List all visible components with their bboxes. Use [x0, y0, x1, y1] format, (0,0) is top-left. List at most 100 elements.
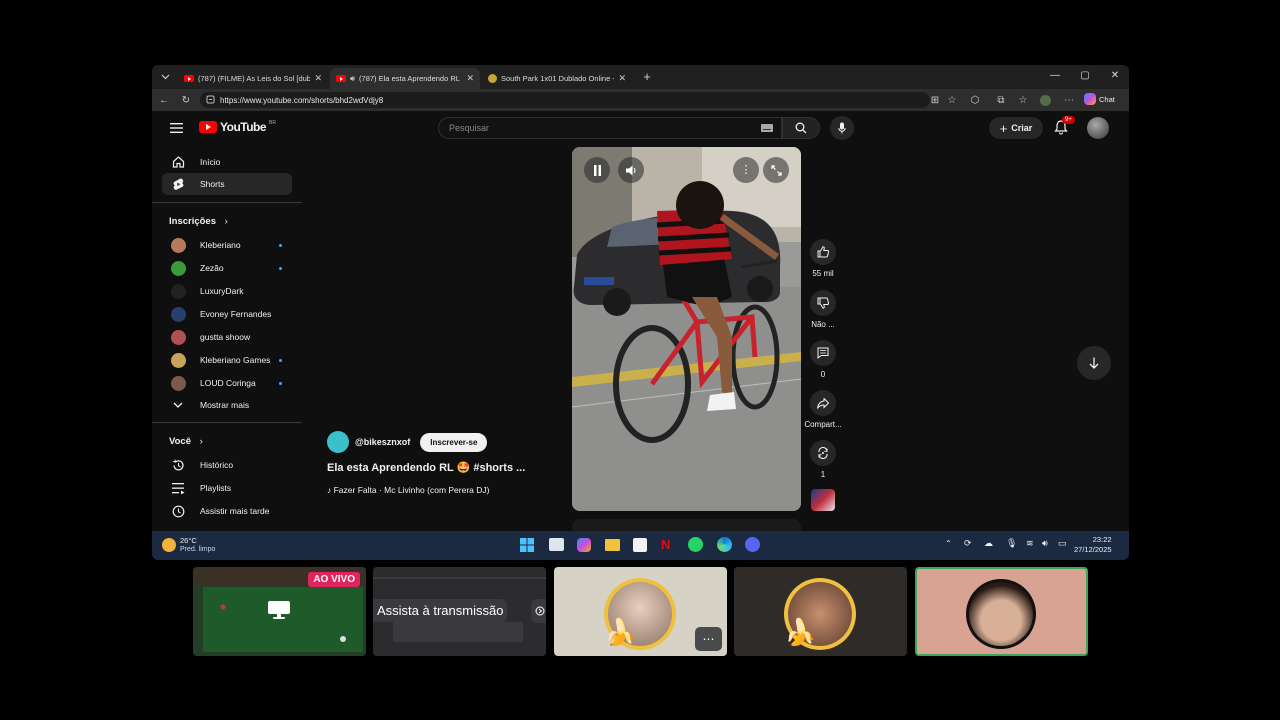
- minimize-icon[interactable]: —: [1040, 70, 1070, 81]
- taskbar-clock[interactable]: 23:22 27/12/2025: [1074, 535, 1112, 555]
- tab-ela-esta-aprendendo[interactable]: 🔊︎ (787) Ela esta Aprendendo RL ✕: [330, 68, 480, 89]
- task-view-icon[interactable]: [549, 538, 564, 551]
- sidebar-subscription-item[interactable]: Zezão: [162, 257, 292, 279]
- sidebar-subscription-item[interactable]: LuxuryDark: [162, 280, 292, 302]
- sync-icon[interactable]: ⟳: [964, 538, 972, 549]
- battery-icon[interactable]: ▭: [1058, 538, 1067, 549]
- new-content-dot: [279, 243, 282, 247]
- close-tab-icon[interactable]: ✕: [466, 73, 474, 84]
- extensions-icon[interactable]: ⬡: [968, 93, 982, 107]
- youtube-logo[interactable]: YouTube BR: [199, 120, 276, 134]
- share-button[interactable]: [810, 390, 836, 416]
- subscriptions-heading[interactable]: Inscrições ›: [169, 216, 228, 227]
- search-input[interactable]: Pesquisar: [438, 117, 782, 139]
- join-stream-icon[interactable]: [531, 599, 546, 623]
- split-screen-icon[interactable]: ⧉: [994, 93, 1008, 107]
- channel-avatar[interactable]: [327, 431, 349, 453]
- tab-south-park[interactable]: South Park 1x01 Dublado Online - ✕: [482, 68, 632, 89]
- show-hidden-icons-icon[interactable]: ⌃: [945, 539, 952, 548]
- sidebar-subscription-item[interactable]: Kleberiano: [162, 234, 292, 256]
- chat-label: Chat: [1099, 94, 1115, 104]
- refresh-icon[interactable]: ↻: [179, 93, 193, 107]
- close-tab-icon[interactable]: ✕: [314, 73, 322, 84]
- watch-stream-label[interactable]: Assista à transmissão: [373, 599, 508, 622]
- shorts-video-player[interactable]: ⋮: [572, 147, 801, 511]
- account-avatar[interactable]: [1087, 117, 1109, 139]
- pause-button[interactable]: [584, 157, 610, 183]
- music-credit[interactable]: ♪ Fazer Falta · Mc Livinho (com Perera D…: [327, 485, 489, 495]
- voice-search-button[interactable]: [830, 116, 854, 140]
- you-heading[interactable]: Você ›: [169, 436, 203, 447]
- you-heading-text: Você: [169, 436, 192, 447]
- weather-widget[interactable]: 26°C Pred. limpo: [162, 536, 215, 554]
- close-tab-icon[interactable]: ✕: [618, 73, 626, 84]
- like-button[interactable]: [810, 239, 836, 265]
- file-explorer-icon[interactable]: [605, 539, 620, 551]
- copilot-chat-button[interactable]: Chat: [1084, 93, 1115, 105]
- sidebar-subscription-item[interactable]: gustta shoow: [162, 326, 292, 348]
- fullscreen-button[interactable]: [763, 157, 789, 183]
- notifications-bell-icon[interactable]: 9+: [1054, 116, 1075, 135]
- back-icon[interactable]: ←: [157, 93, 171, 107]
- comments-button[interactable]: [810, 340, 836, 366]
- wifi-icon[interactable]: ≋: [1026, 538, 1034, 549]
- sidebar-item-shorts[interactable]: Shorts: [162, 173, 292, 195]
- close-window-icon[interactable]: ✕: [1100, 70, 1129, 81]
- favorite-star-icon[interactable]: ☆: [945, 93, 959, 107]
- copilot-taskbar-icon[interactable]: [577, 538, 591, 552]
- next-video-button[interactable]: [1077, 346, 1111, 380]
- site-info-icon[interactable]: [206, 95, 215, 104]
- volume-tray-icon[interactable]: 🔊︎: [1042, 538, 1048, 549]
- start-windows-icon[interactable]: [520, 538, 534, 552]
- microphone-tray-icon[interactable]: 🎙︎: [1006, 538, 1017, 549]
- whatsapp-icon[interactable]: [688, 537, 703, 552]
- speaker-icon[interactable]: 🔊︎: [350, 74, 355, 84]
- show-more-button[interactable]: Mostrar mais: [162, 394, 292, 416]
- sidebar-item-historico[interactable]: Histórico: [162, 454, 292, 476]
- participant-tile-user1[interactable]: 🍌 ⋯: [554, 567, 727, 656]
- url-field[interactable]: https://www.youtube.com/shorts/bhd2wdVdj…: [200, 92, 930, 108]
- sidebar-subscription-item[interactable]: Evoney Fernandes: [162, 303, 292, 325]
- channel-name[interactable]: @bikesznxof: [355, 437, 410, 447]
- new-tab-icon[interactable]: +: [640, 69, 654, 84]
- profile-avatar-icon[interactable]: [1038, 93, 1052, 107]
- netflix-icon[interactable]: N: [661, 537, 670, 552]
- app-available-icon[interactable]: ⊞: [928, 93, 942, 107]
- more-menu-icon[interactable]: ⋯: [1062, 93, 1076, 107]
- edge-icon[interactable]: [717, 537, 732, 552]
- participant-tile-stream[interactable]: Assista à transmissão: [373, 567, 546, 656]
- participant-tile-live[interactable]: AO VIVO: [193, 567, 366, 656]
- keyboard-icon[interactable]: [761, 124, 773, 132]
- volume-button[interactable]: [618, 157, 644, 183]
- favorites-icon[interactable]: ☆: [1016, 93, 1030, 107]
- store-icon[interactable]: [633, 538, 647, 552]
- notifications-badge: 9+: [1062, 116, 1075, 124]
- sidebar-item-label: gustta shoow: [200, 332, 251, 342]
- sound-thumbnail[interactable]: [811, 489, 835, 511]
- subscribe-button[interactable]: Inscrever-se: [420, 432, 488, 452]
- discord-icon[interactable]: [745, 537, 760, 552]
- participant-tile-speaking[interactable]: [915, 567, 1088, 656]
- short-title[interactable]: Ela esta Aprendendo RL 🤩 #shorts ...: [327, 461, 525, 474]
- sidebar-item-watch-later[interactable]: Assistir mais tarde: [162, 500, 292, 522]
- youtube-favicon-icon: [184, 75, 194, 82]
- video-more-button[interactable]: ⋮: [733, 157, 759, 183]
- sidebar-item-label: Shorts: [200, 179, 225, 189]
- dislike-button[interactable]: [810, 290, 836, 316]
- tile-more-options-icon[interactable]: ⋯: [695, 627, 722, 651]
- hamburger-menu-icon[interactable]: [170, 123, 183, 133]
- create-button[interactable]: + Criar: [989, 117, 1043, 139]
- participant-tile-user2[interactable]: 🍌: [734, 567, 907, 656]
- tab-filme[interactable]: (787) (FILME) As Leis do Sol [dublado ✕: [178, 68, 328, 89]
- remix-button[interactable]: [810, 440, 836, 466]
- sidebar-item-inicio[interactable]: Início: [162, 151, 292, 173]
- sidebar-item-playlists[interactable]: Playlists: [162, 477, 292, 499]
- maximize-icon[interactable]: ▢: [1070, 70, 1100, 81]
- comment-icon: [817, 347, 829, 359]
- onedrive-icon[interactable]: ☁: [984, 538, 993, 549]
- tab-list-chevron-icon[interactable]: [158, 70, 172, 84]
- create-label: Criar: [1011, 123, 1033, 133]
- sidebar-subscription-item[interactable]: LOUD Coringa: [162, 372, 292, 394]
- sidebar-subscription-item[interactable]: Kleberiano Games: [162, 349, 292, 371]
- search-button[interactable]: [782, 117, 820, 139]
